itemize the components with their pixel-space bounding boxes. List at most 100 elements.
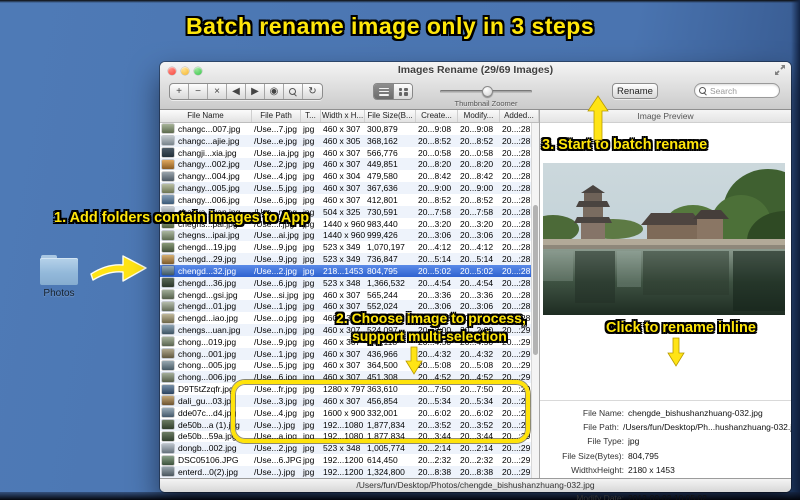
- table-row[interactable]: changc...ajie.jpg/Use...e.jpg jpg 460 x 30…: [160, 134, 531, 147]
- table-row[interactable]: DSC05106.JPG/Use...6.JPG jpg 192...1200 614…: [160, 454, 531, 466]
- annotation-step3: 3. Start to batch rename: [542, 137, 708, 153]
- search-button[interactable]: [284, 84, 303, 99]
- table-row[interactable]: chengd...29.jpg/Use...9.jpg jpg 523 x 349 7…: [160, 253, 531, 265]
- cell-added-date: 20...:29: [502, 443, 531, 454]
- cell-dimensions: 523 x 348: [323, 277, 361, 288]
- cell-dimensions: 192...1200: [323, 466, 364, 477]
- cell-file-path: /Use...2.jpg: [254, 443, 297, 454]
- grid-view-button[interactable]: [393, 84, 412, 99]
- table-row[interactable]: changy...006.jpg/Use...6.jpg jpg 460 x 307…: [160, 194, 531, 206]
- cell-file-path: /Use...9.jpg: [254, 336, 297, 347]
- cell-modify-date: 20...2:32: [460, 455, 494, 466]
- cell-file-size: 1,005,774: [367, 443, 405, 454]
- zoomer-slider-track[interactable]: [440, 86, 532, 97]
- cell-dimensions: 460 x 304: [323, 171, 361, 182]
- table-row[interactable]: changc...007.jpg/Use...7.jpg jpg 460 x 307…: [160, 123, 531, 135]
- cell-dimensions: 460 x 307: [323, 194, 361, 205]
- cell-modify-date: 20...8:38: [460, 466, 494, 477]
- table-row[interactable]: changy...002.jpg/Use...2.jpg jpg 460 x 307…: [160, 158, 531, 171]
- column-header-file-name[interactable]: File Name: [160, 110, 252, 122]
- scrollbar-thumb[interactable]: [533, 205, 538, 355]
- cell-file-path: /Use...n.jpg: [254, 324, 297, 335]
- cell-file-path: /Use...6.jpg: [254, 194, 297, 205]
- file-thumbnail: [162, 124, 174, 134]
- remove-button[interactable]: −: [189, 84, 208, 99]
- previous-button[interactable]: ◀: [227, 84, 246, 99]
- rename-button[interactable]: Rename: [612, 83, 658, 99]
- cell-file-name: chengd...19.jpg: [178, 242, 237, 253]
- cell-added-date: 20...:28: [502, 218, 531, 229]
- cell-file-size: 1,324,800: [367, 466, 405, 477]
- list-view-button[interactable]: [374, 84, 393, 99]
- table-row[interactable]: chong...001.jpg/Use...1.jpg jpg 460 x 307 4…: [160, 347, 531, 360]
- file-thumbnail: [162, 384, 174, 394]
- cell-dimensions: 460 x 307: [323, 159, 361, 170]
- column-header-t[interactable]: T...: [301, 110, 321, 122]
- column-header-modify[interactable]: Modify...: [458, 110, 500, 122]
- column-header-width-x-h[interactable]: Width x H...: [321, 110, 365, 122]
- table-row[interactable]: changji...xia.jpg/Use...ia.jpg jpg 460 x 3…: [160, 147, 531, 159]
- add-button[interactable]: +: [170, 84, 189, 99]
- titlebar[interactable]: Images Rename (29/69 Images): [160, 62, 791, 78]
- cell-file-type: jpg: [303, 348, 315, 359]
- table-row[interactable]: changy...005.jpg/Use...5.jpg jpg 460 x 307…: [160, 182, 531, 194]
- cell-dimensions: 192...1200: [323, 455, 364, 466]
- thumbnail-zoomer: Thumbnail Zoomer: [440, 82, 532, 108]
- cell-create-date: 20...8:42: [418, 171, 452, 182]
- table-scrollbar[interactable]: [531, 123, 539, 478]
- file-thumbnail: [162, 195, 174, 205]
- file-thumbnail: [162, 467, 174, 477]
- folder-icon: [40, 255, 78, 285]
- cell-file-size: 1,070,197: [367, 242, 405, 253]
- cell-file-size: 412,801: [367, 194, 398, 205]
- refresh-button[interactable]: ↻: [303, 84, 322, 99]
- search-field[interactable]: [694, 83, 780, 98]
- info-value-file-name[interactable]: chengde_bishushanzhuang-032.jpg: [628, 408, 763, 418]
- cell-modify-date: 20...7:58: [460, 206, 494, 217]
- step2-down-arrow-icon: [405, 346, 423, 375]
- cell-file-type: jpg: [303, 147, 315, 158]
- zoomer-slider-knob[interactable]: [482, 86, 493, 97]
- cell-file-type: jpg: [303, 135, 315, 146]
- cell-dimensions: 460 x 307: [323, 147, 361, 158]
- cell-file-size: 730,591: [367, 206, 398, 217]
- cell-modify-date: 20...8:42: [460, 171, 494, 182]
- table-row[interactable]: chengd...32.jpg/Use...2.jpg jpg 218...1453…: [160, 264, 531, 277]
- preview-button[interactable]: ◉: [265, 84, 284, 99]
- delete-button[interactable]: ×: [208, 84, 227, 99]
- folder-label: Photos: [43, 288, 75, 299]
- file-actions-group: + − × ◀ ▶ ◉ ↻: [169, 83, 323, 100]
- info-row-modify-date: Modify Date: 2012-09-02 10:05:02: [540, 491, 791, 500]
- screen-edge-right: [791, 0, 800, 500]
- table-row[interactable]: changy...004.jpg/Use...4.jpg jpg 460 x 304…: [160, 170, 531, 182]
- table-row[interactable]: enterd...0(2).jpg/Use...).jpg jpg 192...12…: [160, 466, 531, 478]
- cell-file-path: /Use...si.jpg: [254, 289, 299, 300]
- cell-dimensions: 523 x 349: [323, 242, 361, 253]
- column-header-file-path[interactable]: File Path: [252, 110, 301, 122]
- file-thumbnail: [162, 337, 174, 347]
- column-header-added[interactable]: Added...: [500, 110, 539, 122]
- cell-modify-date: 20...8:52: [460, 194, 494, 205]
- cell-added-date: 20...:28: [502, 159, 531, 170]
- table-row[interactable]: chegns...ipai.jpg/Use...ai.jpg jpg 1440 x …: [160, 229, 531, 242]
- next-button[interactable]: ▶: [246, 84, 265, 99]
- cell-file-name: chengd...01.jpg: [178, 301, 237, 312]
- search-input[interactable]: [710, 85, 770, 96]
- photos-folder[interactable]: Photos: [38, 255, 80, 299]
- table-row[interactable]: chengd...gsi.jpg/Use...si.jpg jpg 460 x 30…: [160, 289, 531, 301]
- table-row[interactable]: chengd...36.jpg/Use...6.jpg jpg 523 x 348 1…: [160, 276, 531, 289]
- info-value-modify-date: 2012-09-02 10:05:02: [628, 493, 707, 500]
- cell-file-path: /Use...5.jpg: [254, 360, 297, 371]
- cell-file-size: 999,426: [367, 230, 398, 241]
- table-row[interactable]: chengd...19.jpg/Use...9.jpg jpg 523 x 349 1…: [160, 241, 531, 253]
- column-header-create[interactable]: Create...: [416, 110, 458, 122]
- fullscreen-icon[interactable]: [775, 65, 785, 75]
- status-bar: /Users/fun/Desktop/Photos/chengde_bishus…: [160, 478, 791, 492]
- cell-file-path: /Use...6.JPG: [254, 455, 301, 466]
- cell-file-type: jpg: [303, 194, 315, 205]
- window-title: Images Rename (29/69 Images): [397, 64, 554, 76]
- file-thumbnail: [162, 420, 174, 430]
- table-row[interactable]: chong...005.jpg/Use...5.jpg jpg 460 x 307 3…: [160, 360, 531, 372]
- table-row[interactable]: dongb...002.jpg/Use...2.jpg jpg 523 x 348 1…: [160, 442, 531, 455]
- column-header-file-size-b[interactable]: File Size(B...: [365, 110, 416, 122]
